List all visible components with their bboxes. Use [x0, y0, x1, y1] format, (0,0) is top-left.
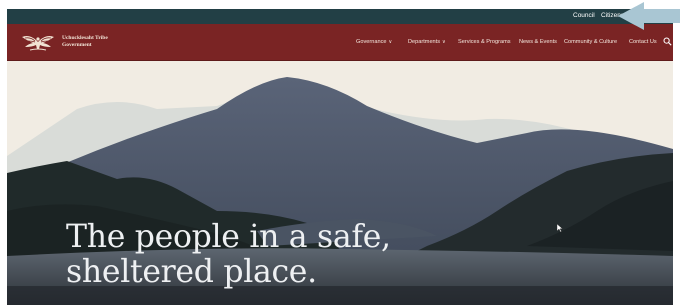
main-navigation: Uchucklesaht Tribe Government Governance…: [7, 24, 673, 61]
hero-headline-line1: The people in a safe,: [66, 219, 391, 256]
nav-item-label: Governance: [356, 39, 387, 45]
nav-item-governance[interactable]: Governance ∨: [356, 39, 392, 45]
utility-bar: Council Citizens: [7, 9, 673, 24]
brand-name[interactable]: Uchucklesaht Tribe Government: [62, 35, 142, 48]
nav-item-departments[interactable]: Departments ∨: [408, 39, 446, 45]
council-link[interactable]: Council: [573, 12, 595, 19]
annotation-arrow-icon: [618, 2, 680, 30]
hero-headline-line2: sheltered place.: [66, 254, 317, 291]
chevron-down-icon: ∨: [442, 39, 446, 45]
brand-name-line2: Government: [62, 41, 92, 48]
search-icon[interactable]: [663, 37, 672, 46]
chevron-down-icon: ∨: [388, 39, 393, 45]
mouse-pointer-icon: [557, 224, 563, 232]
browser-viewport: Council Citizens Uchucklesaht Tribe Gove…: [7, 9, 673, 305]
nav-item-community-culture[interactable]: Community & Culture: [564, 39, 617, 45]
eagle-logo-icon[interactable]: [21, 32, 55, 52]
hero-headline: The people in a safe, sheltered place.: [66, 220, 391, 290]
nav-item-news-events[interactable]: News & Events: [519, 39, 557, 45]
nav-item-contact-us[interactable]: Contact Us: [629, 39, 657, 45]
nav-item-label: Departments: [408, 39, 441, 45]
nav-item-services-programs[interactable]: Services & Programs: [458, 39, 511, 45]
